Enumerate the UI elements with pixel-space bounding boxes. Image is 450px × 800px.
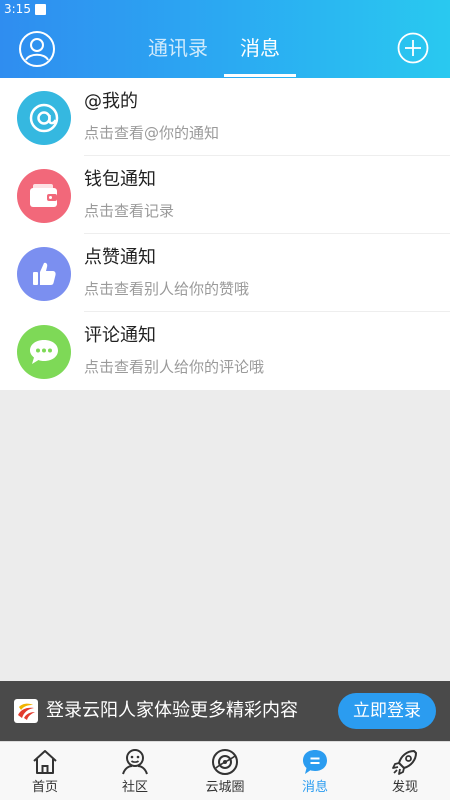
nav-label: 消息	[301, 780, 328, 795]
comment-icon	[17, 325, 71, 379]
login-banner: 登录云阳人家体验更多精彩内容 立即登录	[0, 681, 450, 741]
message-subtitle: 点击查看记录	[84, 202, 175, 220]
rocket-icon	[392, 750, 417, 775]
user-circle-icon	[19, 31, 55, 67]
nav-label: 云城圈	[205, 780, 245, 795]
active-tab-indicator	[224, 74, 296, 77]
message-title: 评论通知	[84, 325, 156, 346]
add-button[interactable]	[397, 32, 429, 64]
top-header: 3:15 通讯录 消息	[0, 0, 450, 78]
message-item-comments[interactable]: 评论通知 点击查看别人给你的评论哦	[0, 312, 450, 390]
bottom-nav: 首页 社区 云城圈 消息 发现	[0, 741, 450, 800]
nav-item-home[interactable]: 首页	[0, 742, 90, 800]
message-icon	[303, 750, 327, 774]
nav-item-discover[interactable]: 发现	[360, 742, 450, 800]
nav-label: 首页	[31, 780, 58, 795]
message-subtitle: 点击查看别人给你的赞哦	[84, 280, 250, 298]
message-item-likes[interactable]: 点赞通知 点击查看别人给你的赞哦	[0, 234, 450, 312]
nav-item-community[interactable]: 社区	[90, 742, 180, 800]
message-list: @我的 点击查看@你的通知 钱包通知 点击查看记录 点赞通知 点击查看别人给你的…	[0, 78, 450, 390]
home-icon	[33, 750, 57, 774]
plus-circle-icon	[397, 32, 429, 64]
notification-icon	[34, 3, 46, 15]
thumbs-up-icon	[17, 247, 71, 301]
message-subtitle: 点击查看@你的通知	[84, 124, 220, 142]
community-icon	[122, 749, 148, 775]
login-banner-text: 登录云阳人家体验更多精彩内容	[46, 700, 298, 721]
cloud-city-circle-icon	[212, 749, 238, 775]
message-subtitle: 点击查看别人给你的评论哦	[84, 358, 265, 376]
at-icon	[17, 91, 71, 145]
login-now-button[interactable]: 立即登录	[338, 693, 436, 729]
message-item-wallet[interactable]: 钱包通知 点击查看记录	[0, 156, 450, 234]
app-logo-icon	[14, 699, 38, 723]
message-title: 钱包通知	[84, 169, 156, 190]
wallet-icon	[17, 169, 71, 223]
message-item-mentions[interactable]: @我的 点击查看@你的通知	[0, 78, 450, 156]
avatar-button[interactable]	[18, 30, 56, 68]
nav-item-messages[interactable]: 消息	[270, 742, 360, 800]
nav-label: 发现	[391, 780, 418, 795]
tab-messages[interactable]: 消息	[224, 34, 296, 62]
status-bar: 3:15	[0, 0, 450, 18]
nav-label: 社区	[121, 780, 148, 795]
message-title: @我的	[84, 91, 138, 112]
nav-item-cloud-city-circle[interactable]: 云城圈	[180, 742, 270, 800]
status-time: 3:15	[4, 2, 31, 16]
tab-contacts[interactable]: 通讯录	[140, 34, 216, 62]
message-title: 点赞通知	[84, 247, 156, 268]
